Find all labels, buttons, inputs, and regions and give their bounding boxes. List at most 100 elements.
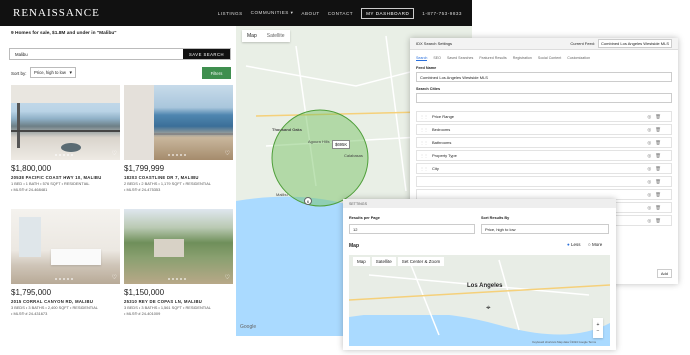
cluster-marker[interactable]: 6 xyxy=(304,197,312,205)
row-actions-icon[interactable]: ◎🗑 xyxy=(647,179,665,185)
logo[interactable]: RENAISSANCE xyxy=(13,7,100,19)
mini-map-canvas[interactable] xyxy=(349,255,610,346)
row-actions-icon[interactable]: ◎🗑 xyxy=(647,166,665,172)
phone-number[interactable]: 1-877-753-9833 xyxy=(422,11,462,16)
filter-row-label: Bathrooms xyxy=(432,140,452,145)
filters-button[interactable]: Filters xyxy=(202,67,231,79)
filter-row[interactable]: ⋮⋮ Price Range ◎🗑 xyxy=(416,111,672,122)
carousel-dots[interactable] xyxy=(168,278,186,280)
row-actions-icon[interactable]: ◎🗑 xyxy=(647,140,665,146)
settings-tabs: Search SEO Saved Searches Featured Resul… xyxy=(416,56,678,61)
tab-customization[interactable]: Customization xyxy=(567,56,590,61)
filter-row[interactable]: ⋮⋮ Bathrooms ◎🗑 xyxy=(416,137,672,148)
filter-row-label: Price Range xyxy=(432,114,455,119)
row-actions-icon[interactable]: ◎🗑 xyxy=(647,205,665,211)
listing-mls: • MLS® # 24-431673 xyxy=(11,311,48,316)
row-actions-icon[interactable]: ◎🗑 xyxy=(647,127,665,133)
mini-map-tabs[interactable]: Map Satellite Set Center & Zoom xyxy=(353,257,445,266)
tab-seo[interactable]: SEO xyxy=(433,56,441,61)
listing-address[interactable]: 25310 REY DE COPAS LN, MALIBU xyxy=(124,299,233,304)
search-bar[interactable]: Malibu SAVE SEARCH xyxy=(9,48,231,60)
search-input[interactable]: Malibu xyxy=(15,52,183,57)
nav-communities[interactable]: COMMUNITIES ▾ xyxy=(251,10,294,16)
results-per-page-input[interactable]: 12 xyxy=(349,224,475,234)
row-actions-icon[interactable]: ◎🗑 xyxy=(647,114,665,120)
map-label: Map xyxy=(349,243,359,249)
more-radio[interactable]: ○ More xyxy=(588,242,602,247)
sort-results-select[interactable]: Price, high to low xyxy=(481,224,609,234)
feed-name-label: Feed Name xyxy=(416,66,437,70)
feed-name-input[interactable]: Combined Los Angeles Westside MLS xyxy=(416,72,672,82)
drag-handle-icon[interactable]: ⋮⋮ xyxy=(420,153,428,158)
row-actions-icon[interactable]: ◎🗑 xyxy=(647,153,665,159)
carousel-dots[interactable] xyxy=(168,154,186,156)
carousel-dots[interactable] xyxy=(55,154,73,156)
tab-featured-results[interactable]: Featured Results xyxy=(479,56,506,61)
listing-address[interactable]: 18203 COASTLINE DR 7, MALIBU xyxy=(124,175,233,180)
listing-mls: • MLS® # 24-468481 xyxy=(11,187,48,192)
listing-photo[interactable]: ♡ xyxy=(124,85,233,160)
dashboard-button[interactable]: MY DASHBOARD xyxy=(361,7,415,19)
more-label: More xyxy=(591,242,603,247)
mini-satellite-tab[interactable]: Satellite xyxy=(371,257,396,266)
filter-row[interactable]: ⋮⋮ Property Type ◎🗑 xyxy=(416,150,672,161)
filter-row-label: City xyxy=(432,166,439,171)
listing-card[interactable]: ♡ $1,795,000 2015 CORRAL CANYON RD, MALI… xyxy=(11,209,120,316)
favorite-heart-icon[interactable]: ♡ xyxy=(225,150,230,157)
search-cities-input[interactable] xyxy=(416,93,672,103)
listing-price: $1,795,000 xyxy=(11,288,52,297)
site-header: RENAISSANCE LISTINGS COMMUNITIES ▾ ABOUT… xyxy=(0,0,472,26)
feed-select[interactable]: Combined Los Angeles Westside MLS xyxy=(598,39,672,48)
map-tab[interactable]: Map xyxy=(242,30,262,42)
satellite-tab[interactable]: Satellite xyxy=(262,30,290,42)
drag-handle-icon[interactable]: ⋮⋮ xyxy=(420,140,428,145)
less-label: Less xyxy=(570,242,581,247)
listing-address[interactable]: 2015 CORRAL CANYON RD, MALIBU xyxy=(11,299,120,304)
drag-handle-icon[interactable]: ⋮⋮ xyxy=(420,166,428,171)
add-button[interactable]: Add xyxy=(656,269,672,278)
tab-saved-searches[interactable]: Saved Searches xyxy=(447,56,473,61)
tab-social-content[interactable]: Social Content xyxy=(538,56,561,61)
save-search-button[interactable]: SAVE SEARCH xyxy=(183,49,230,59)
favorite-heart-icon[interactable]: ♡ xyxy=(112,150,117,157)
sort-results-label: Sort Results By xyxy=(481,216,510,220)
listing-card[interactable]: ♡ $1,799,999 18203 COASTLINE DR 7, MALIB… xyxy=(124,85,233,192)
filter-row[interactable]: ◎🗑 xyxy=(416,176,672,187)
listing-photo[interactable]: ♡ xyxy=(11,85,120,160)
nav-contact[interactable]: CONTACT xyxy=(328,11,353,16)
set-center-zoom-button[interactable]: Set Center & Zoom xyxy=(397,257,445,266)
drag-handle-icon[interactable]: ⋮⋮ xyxy=(420,127,428,132)
tab-registration[interactable]: Registration xyxy=(513,56,532,61)
listing-card[interactable]: ♡ $1,150,000 25310 REY DE COPAS LN, MALI… xyxy=(124,209,233,316)
sort-select[interactable]: Price, high to low xyxy=(30,67,76,78)
row-actions-icon[interactable]: ◎🗑 xyxy=(647,218,665,224)
zoom-controls[interactable]: + − xyxy=(593,318,603,338)
listing-card[interactable]: ♡ $1,800,000 20538 PACIFIC COAST HWY 10,… xyxy=(11,85,120,192)
map-type-toggle[interactable]: Map Satellite xyxy=(242,30,290,42)
less-radio[interactable]: ● Less xyxy=(567,242,581,247)
favorite-heart-icon[interactable]: ♡ xyxy=(225,274,230,281)
listing-price: $1,150,000 xyxy=(124,288,165,297)
listing-mls: • MLS® # 24-401009 xyxy=(124,311,161,316)
price-marker[interactable]: $695K xyxy=(332,140,351,149)
mini-map[interactable]: Map Satellite Set Center & Zoom Los Ange… xyxy=(349,255,610,346)
nav-about[interactable]: ABOUT xyxy=(301,11,319,16)
filter-row[interactable]: ⋮⋮ City ◎🗑 xyxy=(416,163,672,174)
feed-label: Current Feed: xyxy=(570,41,596,46)
listings-panel: 9 Homes for sale, $1.8M and under in "Ma… xyxy=(0,26,236,336)
drag-handle-icon[interactable]: ⋮⋮ xyxy=(420,114,428,119)
listing-mls: • MLS® # 24-475353 xyxy=(124,187,161,192)
favorite-heart-icon[interactable]: ♡ xyxy=(112,274,117,281)
map-label: Agoura Hills xyxy=(308,139,330,144)
tab-search[interactable]: Search xyxy=(416,56,428,61)
mini-map-tab[interactable]: Map xyxy=(353,257,370,266)
listing-photo[interactable]: ♡ xyxy=(124,209,233,284)
carousel-dots[interactable] xyxy=(55,278,73,280)
nav-listings[interactable]: LISTINGS xyxy=(218,11,243,16)
row-actions-icon[interactable]: ◎🗑 xyxy=(647,192,665,198)
map-label: Malibu xyxy=(276,192,288,197)
listing-photo[interactable]: ♡ xyxy=(11,209,120,284)
listing-address[interactable]: 20538 PACIFIC COAST HWY 10, MALIBU xyxy=(11,175,120,180)
listing-price: $1,800,000 xyxy=(11,164,52,173)
filter-row[interactable]: ⋮⋮ Bedrooms ◎🗑 xyxy=(416,124,672,135)
